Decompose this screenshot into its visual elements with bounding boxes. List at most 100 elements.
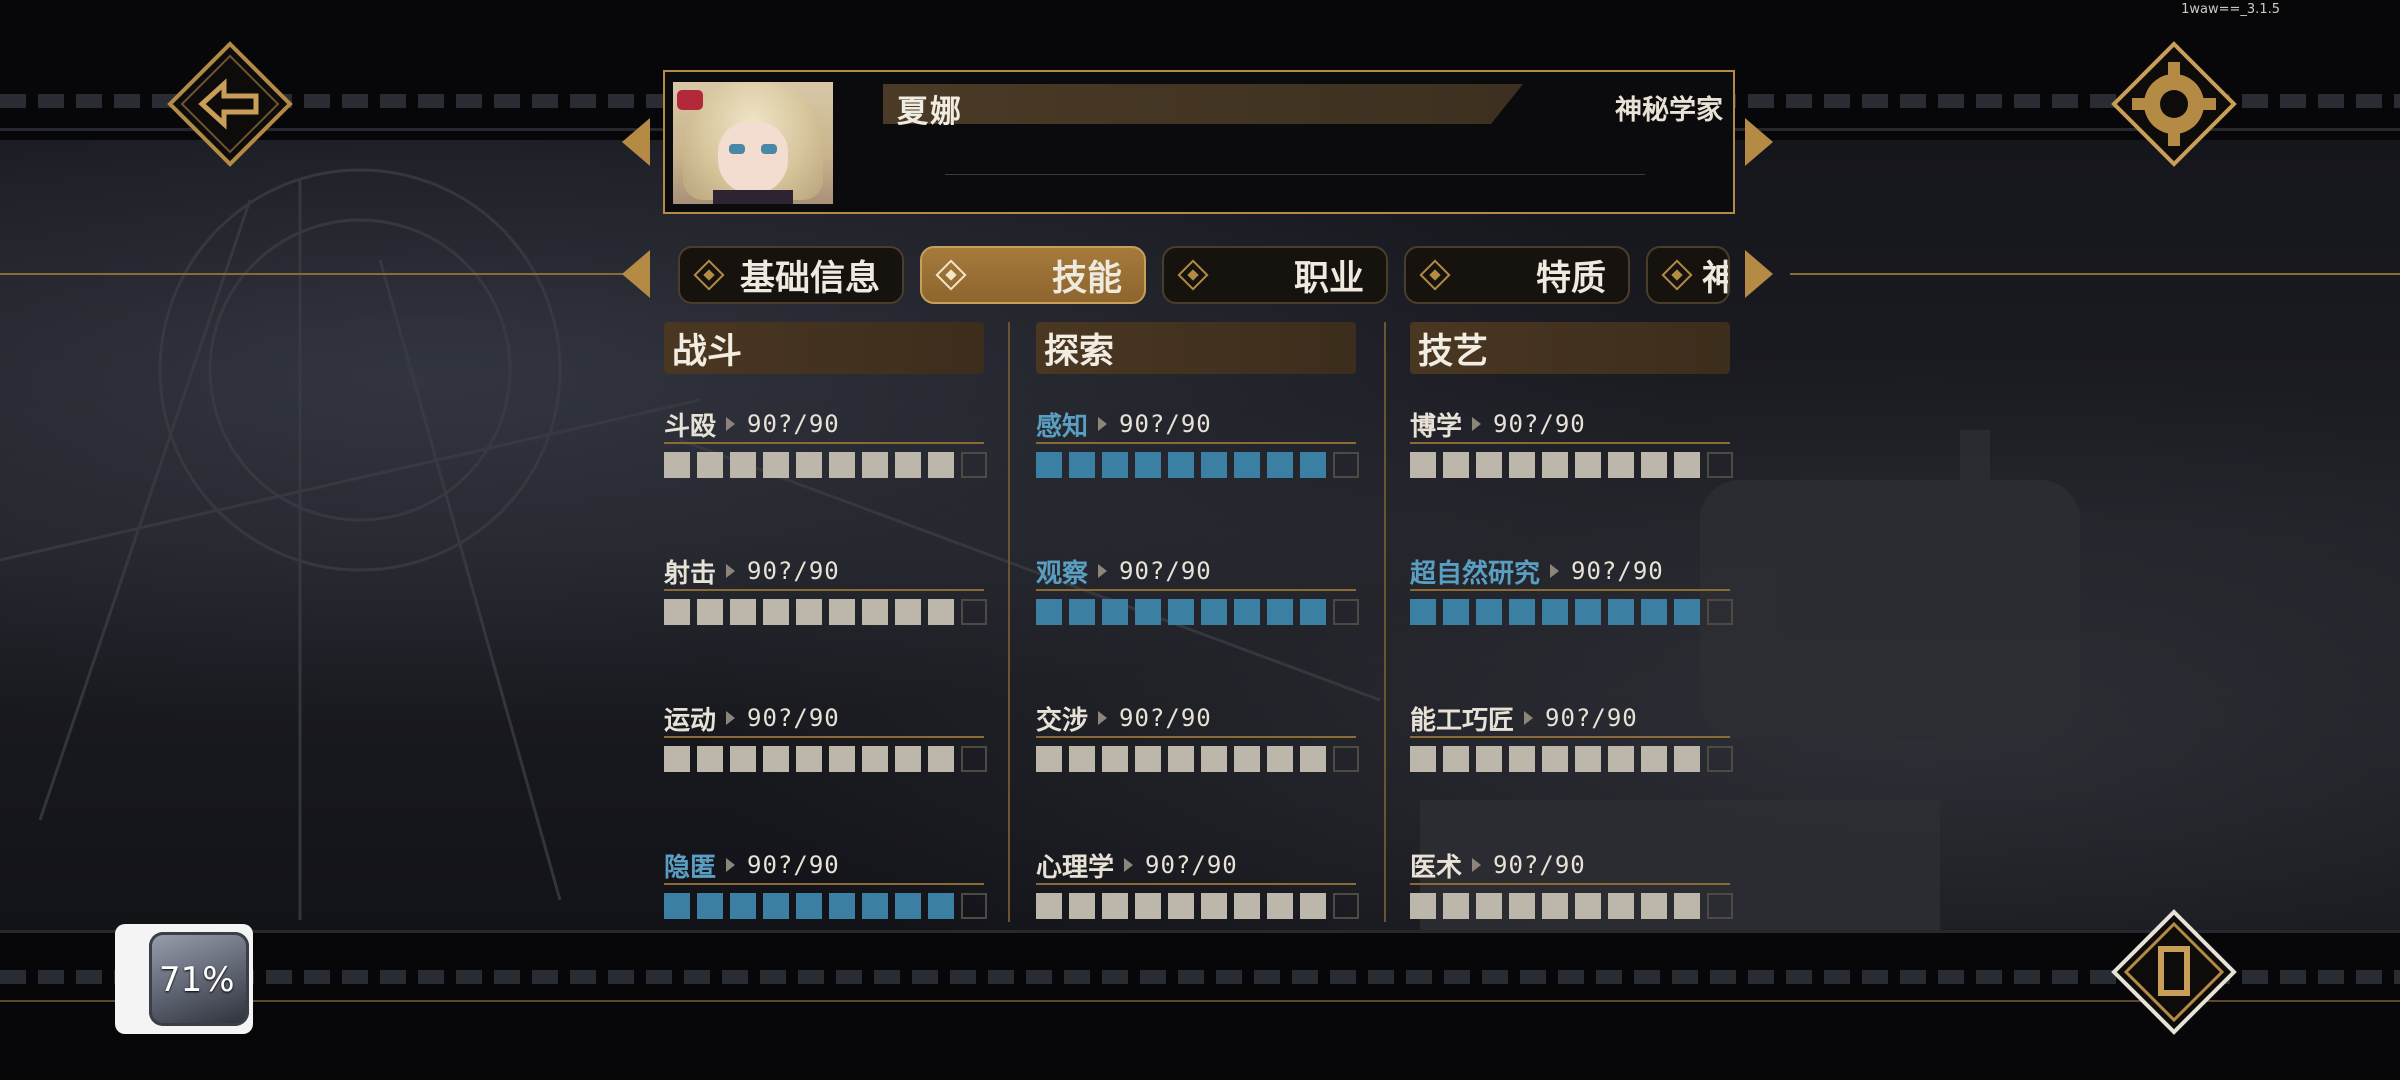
skill-pip-filled xyxy=(928,452,954,478)
skill-row[interactable]: 隐匿 90?/90 xyxy=(664,845,987,935)
skill-value: 90?/90 xyxy=(747,851,840,879)
skill-row[interactable]: 斗殴 90?/90 xyxy=(664,404,987,494)
skill-pip-filled xyxy=(763,893,789,919)
skill-row[interactable]: 医术 90?/90 xyxy=(1410,845,1733,935)
skill-pip-filled xyxy=(1168,452,1194,478)
skill-pip-filled xyxy=(1234,746,1260,772)
skill-pip-empty xyxy=(961,893,987,919)
skill-name: 博学 xyxy=(1410,411,1463,442)
skill-pip-filled xyxy=(1641,746,1667,772)
skill-underline xyxy=(664,883,984,885)
skill-row[interactable]: 观察 90?/90 xyxy=(1036,551,1359,641)
skill-pip-filled xyxy=(763,746,789,772)
skill-row[interactable]: 感知 90?/90 xyxy=(1036,404,1359,494)
skill-pip-filled xyxy=(1542,599,1568,625)
bottom-gold-line xyxy=(0,1000,2400,1002)
tabs-prev-button[interactable] xyxy=(622,250,650,298)
skill-row[interactable]: 能工巧匠 90?/90 xyxy=(1410,698,1733,788)
skill-pip-filled xyxy=(1575,746,1601,772)
skill-header: 运动 90?/90 xyxy=(664,698,840,738)
skill-name: 交涉 xyxy=(1036,705,1089,736)
skill-level-bar xyxy=(1036,893,1359,919)
header-decoration xyxy=(945,174,1645,175)
skill-pip-empty xyxy=(1707,893,1733,919)
bottom-band xyxy=(0,970,2400,984)
skill-row[interactable]: 博学 90?/90 xyxy=(1410,404,1733,494)
skill-name: 感知 xyxy=(1036,411,1089,442)
skill-value: 90?/90 xyxy=(1493,851,1586,879)
skill-row[interactable]: 运动 90?/90 xyxy=(664,698,987,788)
skill-pip-empty xyxy=(1333,599,1359,625)
skill-pip-filled xyxy=(730,452,756,478)
skill-row[interactable]: 超自然研究 90?/90 xyxy=(1410,551,1733,641)
skill-pip-filled xyxy=(1410,452,1436,478)
version-label: 1waw==_3.1.5 xyxy=(2181,2,2280,17)
skill-row[interactable]: 射击 90?/90 xyxy=(664,551,987,641)
skill-pip-filled xyxy=(1234,599,1260,625)
tab-diamond-icon xyxy=(1661,259,1693,291)
skill-pip-filled xyxy=(829,452,855,478)
skill-level-bar xyxy=(664,599,987,625)
column-title-craft: 技艺 xyxy=(1410,322,1730,374)
skill-pip-filled xyxy=(829,599,855,625)
skill-value: 90?/90 xyxy=(747,704,840,732)
triangle-right-icon xyxy=(1098,711,1108,725)
name-bar xyxy=(883,84,1523,124)
skill-pip-filled xyxy=(862,599,888,625)
prev-character-button[interactable] xyxy=(622,118,650,166)
next-character-button[interactable] xyxy=(1745,118,1773,166)
skill-name: 隐匿 xyxy=(664,852,717,883)
tab-next-partial[interactable]: 神 xyxy=(1646,246,1730,304)
skill-name: 斗殴 xyxy=(664,411,717,442)
skill-pip-empty xyxy=(1333,452,1359,478)
skill-pip-filled xyxy=(1036,452,1062,478)
skill-row[interactable]: 交涉 90?/90 xyxy=(1036,698,1359,788)
skill-pip-filled xyxy=(697,599,723,625)
skill-pip-filled xyxy=(1102,452,1128,478)
skill-pip-filled xyxy=(1069,452,1095,478)
skill-pip-filled xyxy=(1135,452,1161,478)
skill-pip-filled xyxy=(1674,893,1700,919)
skill-pip-filled xyxy=(1300,599,1326,625)
skill-name: 能工巧匠 xyxy=(1410,705,1515,736)
gear-icon xyxy=(2111,41,2237,167)
skill-pip-filled xyxy=(1641,599,1667,625)
skill-pip-filled xyxy=(862,893,888,919)
skill-pip-filled xyxy=(1443,893,1469,919)
settings-button[interactable] xyxy=(2110,40,2238,168)
skill-pip-filled xyxy=(1476,452,1502,478)
skill-pip-filled xyxy=(1069,746,1095,772)
triangle-right-icon xyxy=(1524,711,1534,725)
tab-guide-line-right xyxy=(1790,273,2400,275)
skill-row[interactable]: 心理学 90?/90 xyxy=(1036,845,1359,935)
skill-name: 观察 xyxy=(1036,558,1089,589)
tab-occupation[interactable]: 职业 xyxy=(1162,246,1388,304)
skill-level-bar xyxy=(664,452,987,478)
skill-name: 运动 xyxy=(664,705,717,736)
skill-pip-filled xyxy=(1267,746,1293,772)
skill-pip-filled xyxy=(1476,893,1502,919)
skill-name: 超自然研究 xyxy=(1410,558,1541,589)
skill-pip-filled xyxy=(1102,746,1128,772)
skill-level-bar xyxy=(1036,452,1359,478)
tab-diamond-icon xyxy=(935,259,967,291)
skill-pip-filled xyxy=(1135,746,1161,772)
journal-button[interactable] xyxy=(2110,908,2238,1036)
tab-traits[interactable]: 特质 xyxy=(1404,246,1630,304)
skill-pip-filled xyxy=(1509,599,1535,625)
skill-level-bar xyxy=(1410,893,1733,919)
tab-skills[interactable]: 技能 xyxy=(920,246,1146,304)
progress-percent: 71% xyxy=(159,960,235,1000)
tabs-next-button[interactable] xyxy=(1745,250,1773,298)
tab-basic-info[interactable]: 基础信息 xyxy=(678,246,904,304)
skill-pip-filled xyxy=(1443,599,1469,625)
skill-level-bar xyxy=(1410,599,1733,625)
skill-header: 斗殴 90?/90 xyxy=(664,404,840,444)
skill-pip-filled xyxy=(1608,893,1634,919)
skill-pip-filled xyxy=(1608,452,1634,478)
progress-widget[interactable]: 71% xyxy=(115,924,253,1034)
back-button[interactable] xyxy=(166,40,294,168)
skill-header: 博学 90?/90 xyxy=(1410,404,1586,444)
skill-pip-filled xyxy=(1168,893,1194,919)
triangle-right-icon xyxy=(1472,858,1482,872)
